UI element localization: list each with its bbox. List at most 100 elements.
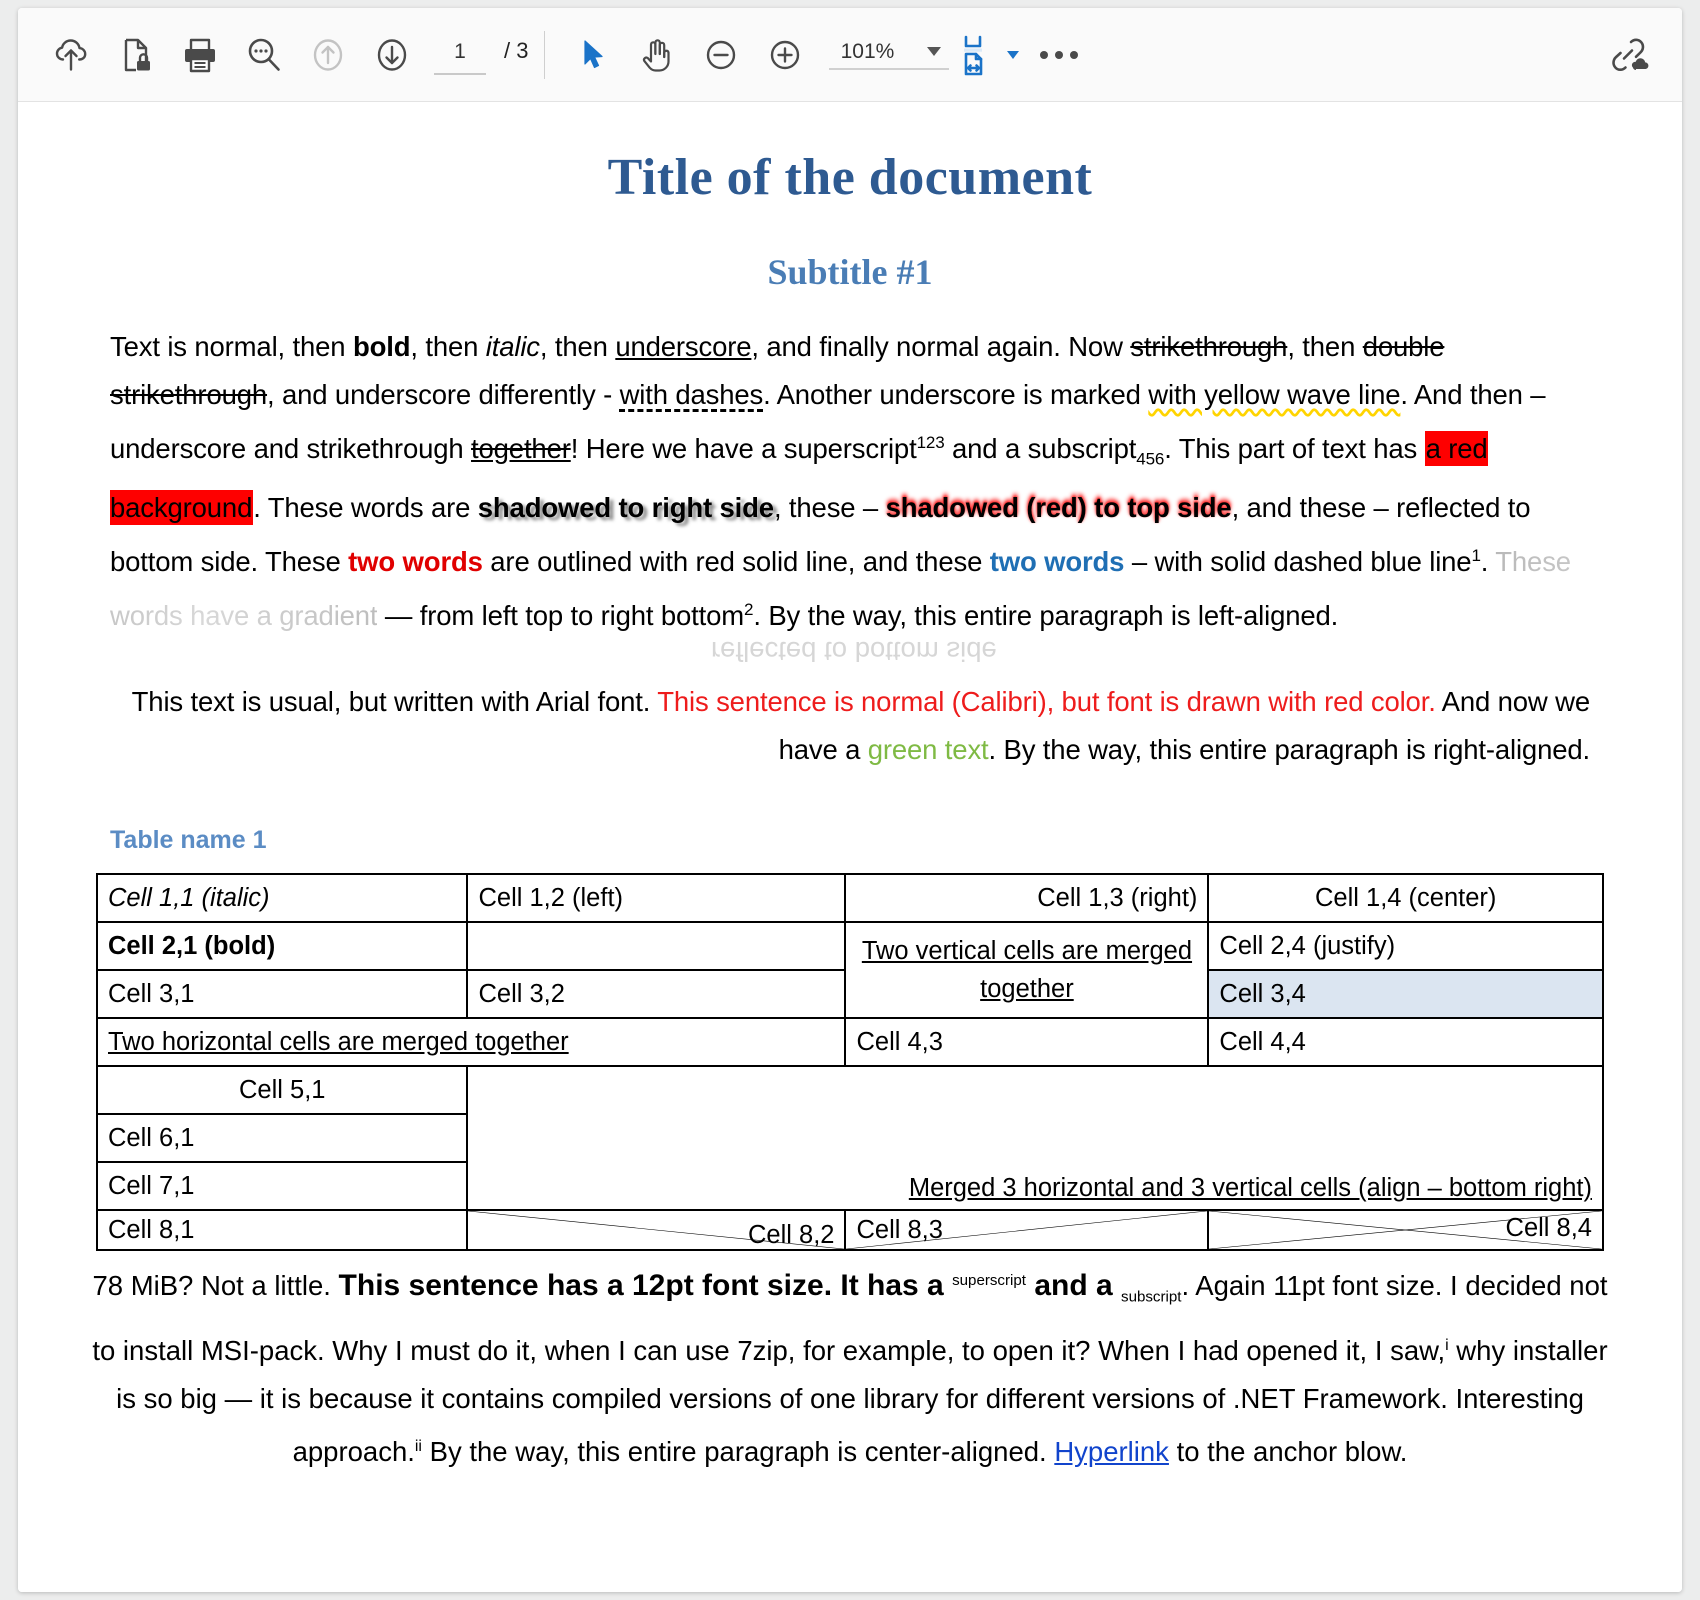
cell-3-1[interactable]: Cell 3,1 bbox=[97, 970, 467, 1018]
document-page-area[interactable]: Title of the document Subtitle #1 Text i… bbox=[18, 102, 1682, 1592]
chevron-down-icon[interactable] bbox=[927, 47, 941, 56]
page-navigation: / 3 bbox=[434, 35, 528, 75]
zoom-in-icon[interactable] bbox=[753, 23, 817, 87]
cell-text: Cell 1,2 (left) bbox=[478, 884, 623, 912]
run-subscript-label: subscript bbox=[1121, 1289, 1181, 1306]
select-cursor-icon[interactable] bbox=[561, 23, 625, 87]
run-subscript-456: 456 bbox=[1136, 450, 1164, 469]
run-normal-19: — from left top to right bottom bbox=[377, 600, 744, 631]
run-normal-11: . This part of text has bbox=[1164, 433, 1424, 464]
cell-text: Two horizontal cells are merged together bbox=[108, 1028, 569, 1056]
cell-7-1[interactable]: Cell 7,1 bbox=[97, 1162, 467, 1210]
run-underline-strikethrough: together bbox=[471, 433, 571, 464]
run-center-aligned: By the way, this entire paragraph is cen… bbox=[422, 1436, 1054, 1467]
run-superscript-1: 1 bbox=[1471, 546, 1480, 565]
upload-to-cloud-icon[interactable] bbox=[40, 23, 104, 87]
more-options-icon[interactable] bbox=[1027, 23, 1091, 87]
hand-pan-icon[interactable] bbox=[625, 23, 689, 87]
run-normal-5: , then bbox=[1287, 331, 1362, 362]
cell-text: Cell 5,1 bbox=[239, 1076, 325, 1104]
run-and-a: and a bbox=[1026, 1269, 1121, 1302]
run-underscore: underscore bbox=[615, 331, 751, 362]
cell-text: Cell 2,4 (justify) bbox=[1219, 932, 1395, 960]
next-page-icon[interactable] bbox=[360, 23, 424, 87]
pdf-viewer-window: / 3 101% bbox=[18, 8, 1682, 1592]
cell-text: Cell 8,3 bbox=[856, 1211, 942, 1249]
fit-page-width-icon[interactable] bbox=[949, 23, 1001, 87]
run-green-text: green text bbox=[868, 734, 989, 765]
broken-link-cloud-icon[interactable] bbox=[1596, 23, 1660, 87]
cell-4-3[interactable]: Cell 4,3 bbox=[845, 1018, 1208, 1066]
run-superscript-123: 123 bbox=[917, 433, 945, 452]
zoom-level-control[interactable]: 101% bbox=[829, 40, 949, 70]
run-superscript-2: 2 bbox=[744, 600, 753, 619]
previous-page-icon[interactable] bbox=[296, 23, 360, 87]
search-icon[interactable] bbox=[232, 23, 296, 87]
cell-1-2[interactable]: Cell 1,2 (left) bbox=[467, 874, 845, 922]
cell-3-2[interactable]: Cell 3,2 bbox=[467, 970, 845, 1018]
cell-text: Cell 3,1 bbox=[108, 980, 194, 1008]
run-normal-15: . These bbox=[251, 546, 349, 577]
run-red-calibri-sentence: This sentence is normal (Calibri), but f… bbox=[657, 686, 1435, 717]
cell-8-3[interactable]: Cell 8,3 bbox=[845, 1210, 1208, 1250]
cell-6-1[interactable]: Cell 6,1 bbox=[97, 1114, 467, 1162]
run-normal-1: Text is normal, then bbox=[110, 331, 353, 362]
table-caption: Table name 1 bbox=[110, 826, 1590, 855]
run-tail: . By the way, this entire paragraph is r… bbox=[989, 734, 1590, 765]
print-icon[interactable] bbox=[168, 23, 232, 87]
run-normal-18: . bbox=[1481, 546, 1495, 577]
cell-text: Cell 1,1 (italic) bbox=[108, 884, 270, 912]
table-row: Cell 8,1 Cell 8,2 bbox=[97, 1210, 1603, 1250]
run-shadow-top-red: shadowed (red) to top side bbox=[886, 492, 1232, 523]
cell-2-1[interactable]: Cell 2,1 (bold) bbox=[97, 922, 467, 970]
run-normal-14: , and these – bbox=[1232, 492, 1397, 523]
toolbar-divider bbox=[544, 31, 545, 79]
run-normal-4: , and finally normal again. Now bbox=[751, 331, 1130, 362]
run-normal-20: . By the way, this entire paragraph is l… bbox=[753, 600, 1338, 631]
cell-1-1[interactable]: Cell 1,1 (italic) bbox=[97, 874, 467, 922]
footnote-marker-ii: ii bbox=[415, 1438, 422, 1455]
cell-merged-3x3[interactable]: Merged 3 horizontal and 3 vertical cells… bbox=[467, 1066, 1603, 1210]
table-row: Cell 5,1 Merged 3 horizontal and 3 verti… bbox=[97, 1066, 1603, 1114]
cell-merged-vertical-2-3[interactable]: Two vertical cells are merged together bbox=[845, 922, 1208, 1018]
viewer-toolbar: / 3 101% bbox=[18, 8, 1682, 102]
table-container: Cell 1,1 (italic) Cell 1,2 (left) Cell 1… bbox=[18, 873, 1682, 1251]
run-anchor-tail: to the anchor blow. bbox=[1169, 1436, 1408, 1467]
cell-5-1[interactable]: Cell 5,1 bbox=[97, 1066, 467, 1114]
run-78mib: 78 MiB? Not a little. bbox=[92, 1270, 338, 1301]
cell-text: Cell 2,1 (bold) bbox=[108, 932, 275, 960]
cell-8-4[interactable]: Cell 8,4 bbox=[1208, 1210, 1603, 1250]
cell-merged-horizontal-4-1[interactable]: Two horizontal cells are merged together bbox=[97, 1018, 845, 1066]
paragraph-center-aligned: 78 MiB? Not a little. This sentence has … bbox=[18, 1257, 1682, 1476]
cell-4-4[interactable]: Cell 4,4 bbox=[1208, 1018, 1603, 1066]
ellipsis-glyph bbox=[1040, 51, 1078, 59]
anchor-hyperlink[interactable]: Hyperlink bbox=[1054, 1436, 1169, 1467]
table-row: Cell 1,1 (italic) Cell 1,2 (left) Cell 1… bbox=[97, 874, 1603, 922]
cell-2-4[interactable]: Cell 2,4 (justify) bbox=[1208, 922, 1603, 970]
cell-2-2-empty[interactable] bbox=[467, 922, 845, 970]
cell-1-3[interactable]: Cell 1,3 (right) bbox=[845, 874, 1208, 922]
run-shadow-right: shadowed to right side bbox=[478, 492, 774, 523]
run-superscript-label: superscript bbox=[952, 1272, 1026, 1289]
document-lock-icon[interactable] bbox=[104, 23, 168, 87]
run-italic: italic bbox=[486, 331, 540, 362]
cell-8-2[interactable]: Cell 8,2 bbox=[467, 1210, 845, 1250]
cell-8-1[interactable]: Cell 8,1 bbox=[97, 1210, 467, 1250]
zoom-out-icon[interactable] bbox=[689, 23, 753, 87]
page-title: Title of the document bbox=[18, 102, 1682, 207]
page-subtitle: Subtitle #1 bbox=[18, 207, 1682, 293]
page-number-input[interactable] bbox=[434, 35, 486, 75]
page-total-label: / 3 bbox=[504, 38, 528, 64]
cell-text: Cell 8,2 bbox=[748, 1216, 834, 1254]
run-normal-9: ! Here we have a superscript bbox=[571, 433, 917, 464]
run-normal-13: , these – bbox=[774, 492, 886, 523]
cell-text: Cell 4,4 bbox=[1219, 1028, 1305, 1056]
run-normal-10: and a subscript bbox=[945, 433, 1137, 464]
cell-3-4[interactable]: Cell 3,4 bbox=[1208, 970, 1603, 1018]
cell-1-4[interactable]: Cell 1,4 (center) bbox=[1208, 874, 1603, 922]
run-bold: bold bbox=[353, 331, 410, 362]
run-outline-blue: two words bbox=[990, 546, 1125, 577]
run-normal-6: , and underscore differently - bbox=[267, 379, 620, 410]
run-outline-red: two words bbox=[348, 546, 483, 577]
fit-mode-chevron-down-icon[interactable] bbox=[1007, 51, 1019, 59]
